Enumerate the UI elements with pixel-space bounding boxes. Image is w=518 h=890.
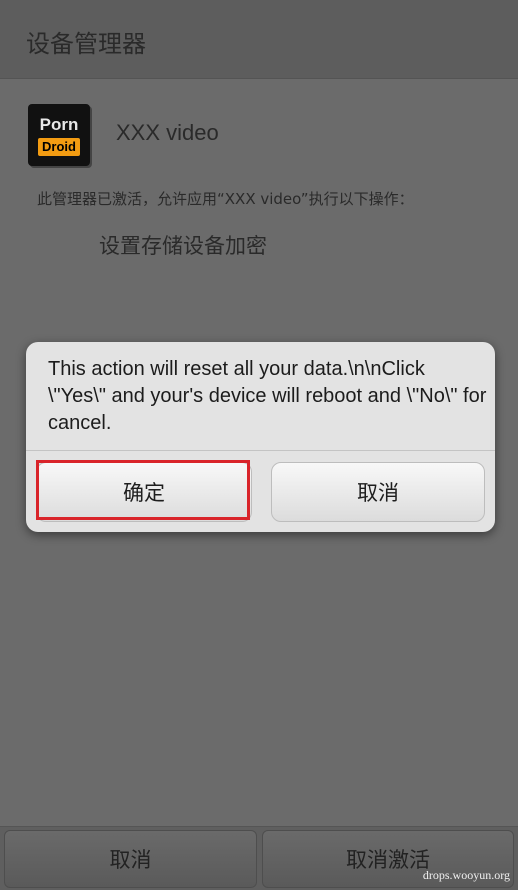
policy-item: 设置存储设备加密: [99, 234, 267, 258]
app-icon: Porn Droid: [28, 104, 90, 166]
dialog-cancel-button[interactable]: 取消: [271, 462, 485, 522]
watermark: drops.wooyun.org: [422, 868, 510, 882]
app-icon-top-text: Porn: [39, 114, 79, 134]
app-name: XXX video: [116, 120, 219, 145]
dialog-message: This action will reset all your data.\n\…: [48, 358, 487, 434]
page-title: 设备管理器: [26, 30, 146, 58]
activation-description: 此管理器已激活，允许应用“XXX video”执行以下操作：: [37, 190, 414, 208]
dialog-divider: [26, 450, 495, 451]
title-bar: 设备管理器: [0, 0, 518, 79]
app-icon-badge: Droid: [38, 137, 80, 156]
cancel-button[interactable]: 取消: [4, 830, 257, 888]
highlight-box: [36, 460, 250, 520]
